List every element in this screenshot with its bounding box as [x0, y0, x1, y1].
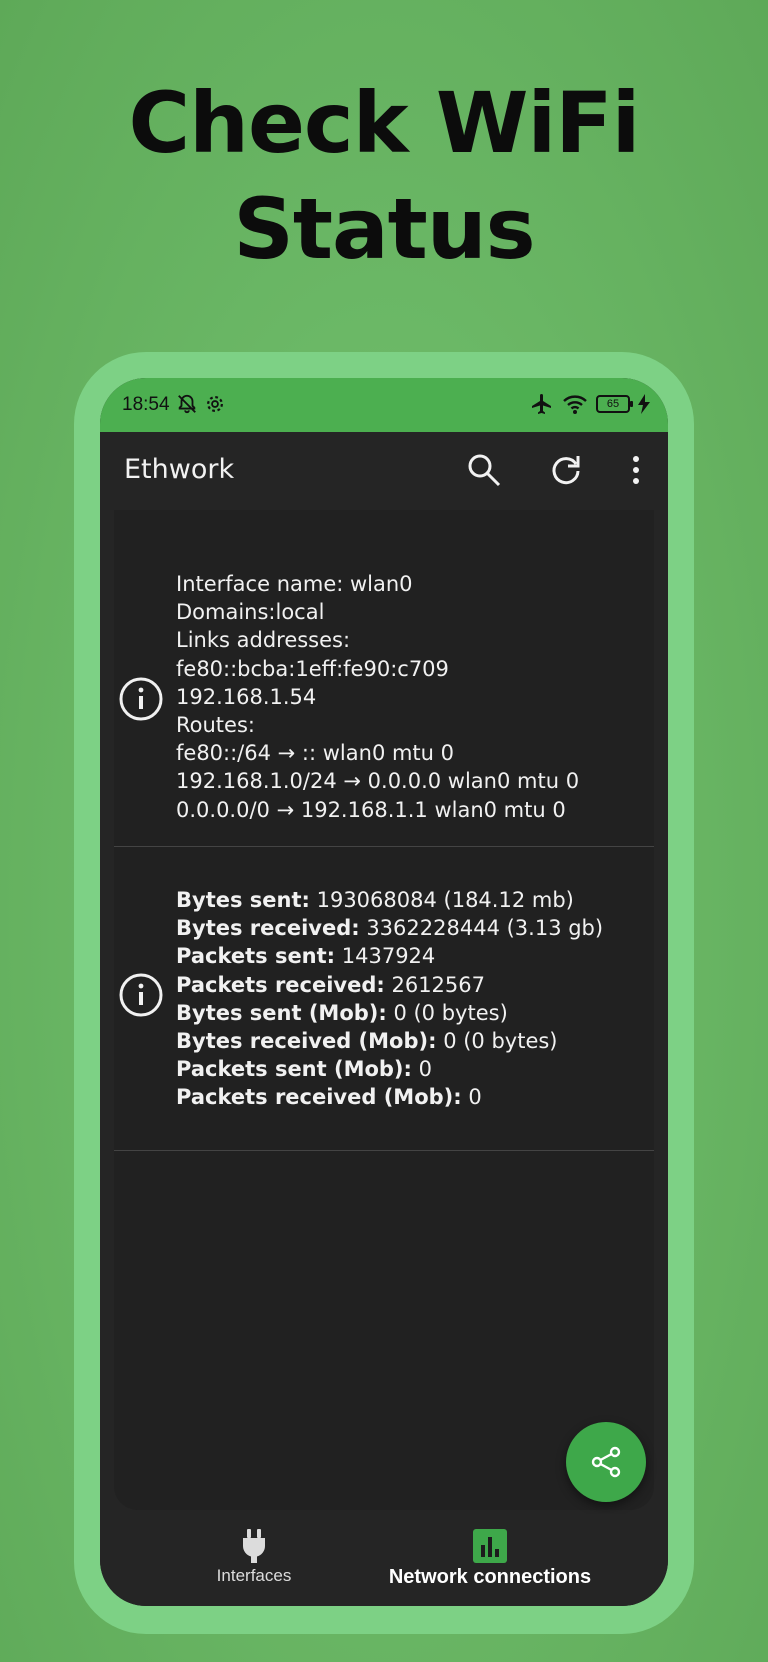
headline-line-2: Status — [233, 180, 535, 278]
stat-row: Packets sent (Mob): 0 — [176, 1055, 603, 1083]
stat-row: Bytes received: 3362228444 (3.13 gb) — [176, 914, 603, 942]
stat-label: Packets received: — [176, 972, 385, 997]
stat-label: Packets sent: — [176, 944, 336, 969]
headline-line-1: Check WiFi — [128, 74, 641, 172]
refresh-icon — [552, 456, 580, 485]
stat-label: Bytes received: — [176, 916, 360, 941]
interface-details: Interface name: wlan0 Domains:local Links … — [176, 570, 579, 824]
stat-value: 3362228444 (3.13 gb) — [359, 916, 604, 941]
more-options-button[interactable] — [616, 450, 656, 490]
interface-detail-line: 192.168.1.54 — [176, 684, 317, 709]
stat-label: Bytes received (Mob): — [176, 1028, 437, 1053]
stat-value: 193068084 (184.12 mb) — [309, 888, 574, 912]
bell-off-icon — [178, 394, 196, 414]
stat-label: Bytes sent: — [176, 888, 310, 912]
stat-row: Bytes received (Mob): 0 (0 bytes) — [176, 1027, 603, 1055]
stat-row: Bytes sent: 193068084 (184.12 mb) — [176, 886, 603, 914]
interface-detail-line: Routes: — [176, 712, 255, 737]
refresh-button[interactable] — [546, 450, 586, 490]
search-button[interactable] — [464, 450, 504, 490]
battery-icon: 65 — [596, 395, 633, 413]
stat-label: Packets received (Mob): — [176, 1085, 462, 1110]
phone-screen: 18:54 65 Ethwork Interface name: wlan0 D… — [100, 378, 668, 1606]
settings-icon — [207, 396, 223, 412]
nav-interfaces-label: Interfaces — [216, 1566, 292, 1585]
bottom-navigation: Interfaces Network connections — [100, 1514, 668, 1606]
connections-list: Interface name: wlan0 Domains:local Links … — [114, 510, 654, 1510]
interface-detail-line: 192.168.1.0/24 → 0.0.0.0 wlan0 mtu 0 — [176, 769, 580, 794]
stat-label: Packets sent (Mob): — [176, 1057, 412, 1082]
stat-value: 0 (0 bytes) — [386, 1000, 508, 1025]
interface-detail-line: fe80::bcba:1eff:fe90:c709 — [176, 656, 449, 681]
stats-card[interactable]: Bytes sent: 193068084 (184.12 mb) Bytes r… — [114, 846, 654, 1151]
nav-interfaces[interactable]: Interfaces — [204, 1514, 304, 1606]
stat-row: Packets received (Mob): 0 — [176, 1083, 603, 1111]
stat-value: 0 — [461, 1085, 482, 1110]
stat-value: 2612567 — [384, 972, 485, 997]
stat-value: 0 — [411, 1057, 432, 1082]
interface-detail-line: Interface name: wlan0 — [176, 572, 413, 596]
info-icon — [119, 973, 163, 1017]
info-icon — [119, 677, 163, 721]
wifi-icon — [563, 395, 587, 414]
interface-card[interactable]: Interface name: wlan0 Domains:local Links … — [114, 510, 654, 847]
interface-detail-line: Links addresses: — [176, 628, 351, 653]
stat-label: Bytes sent (Mob): — [176, 1000, 387, 1025]
interface-detail-line: Domains:local — [176, 600, 325, 625]
share-icon — [591, 1446, 621, 1478]
plug-icon — [243, 1529, 265, 1563]
app-title: Ethwork — [124, 454, 235, 485]
stat-value: 0 (0 bytes) — [436, 1028, 558, 1053]
interface-detail-line: 0.0.0.0/0 → 192.168.1.1 wlan0 mtu 0 — [176, 797, 566, 822]
stat-row: Bytes sent (Mob): 0 (0 bytes) — [176, 999, 603, 1027]
traffic-stats: Bytes sent: 193068084 (184.12 mb) Bytes r… — [176, 886, 603, 1112]
charging-icon — [638, 394, 650, 414]
stat-row: Packets received: 2612567 — [176, 971, 603, 999]
stat-row: Packets sent: 1437924 — [176, 942, 603, 970]
app-bar: Ethwork — [100, 432, 668, 510]
bar-chart-icon — [473, 1529, 507, 1563]
status-time: 18:54 — [122, 394, 170, 415]
stat-value: 1437924 — [335, 944, 436, 969]
headline: Check WiFi Status — [0, 70, 768, 282]
status-bar: 18:54 65 — [100, 378, 668, 432]
share-button[interactable] — [566, 1422, 646, 1502]
airplane-icon — [532, 394, 551, 414]
search-icon — [468, 454, 501, 487]
nav-network-connections-label: Network connections — [388, 1566, 592, 1588]
interface-detail-line: fe80::/64 → :: wlan0 mtu 0 — [176, 741, 455, 766]
more-vert-icon — [633, 456, 639, 484]
nav-network-connections[interactable]: Network connections — [380, 1514, 600, 1606]
